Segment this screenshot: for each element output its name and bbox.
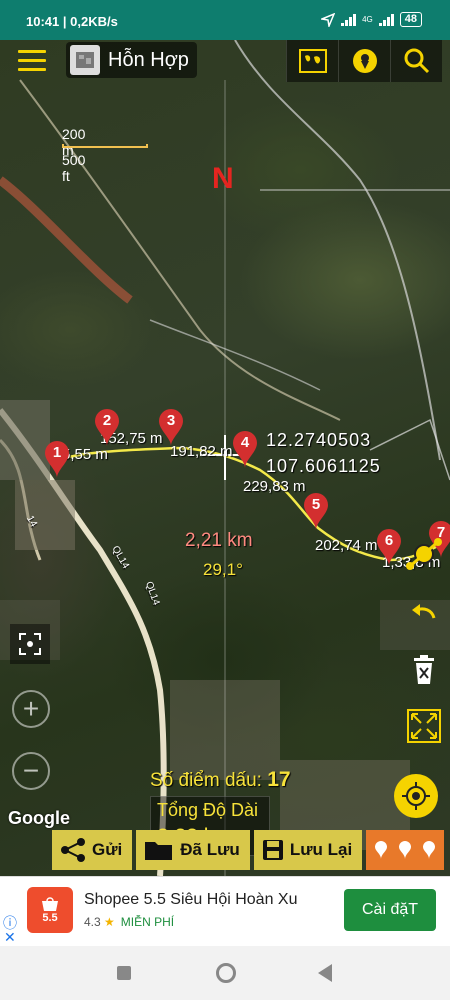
top-toolbar xyxy=(286,40,442,82)
location-pin-icon xyxy=(352,49,377,73)
status-icons: 4G 48 xyxy=(321,12,422,27)
marker-pin[interactable]: 1 xyxy=(44,440,70,480)
recents-button[interactable] xyxy=(117,966,131,980)
search-icon xyxy=(404,48,429,74)
segment-label: 202,74 m xyxy=(315,537,378,554)
layer-thumbnail-icon xyxy=(70,45,100,75)
focus-frame-icon xyxy=(19,633,41,655)
trash-icon xyxy=(414,655,434,684)
pin-icon xyxy=(423,841,436,859)
save-button[interactable]: Lưu Lại xyxy=(253,830,363,870)
saved-button[interactable]: Đã Lưu xyxy=(136,830,250,870)
pin-icon xyxy=(399,841,412,859)
signal-icon xyxy=(341,13,357,26)
ad-banner[interactable]: ⓘ ✕ 5.5 Shopee 5.5 Siêu Hội Hoàn Xu 4.3 … xyxy=(0,876,450,946)
status-time: 10:41 | 0,2KB/s xyxy=(26,14,118,29)
action-bar: Gửi Đã Lưu Lưu Lại xyxy=(52,830,445,870)
battery-indicator: 48 xyxy=(399,12,422,27)
network-type: 4G xyxy=(362,15,373,24)
shopee-logo: 5.5 xyxy=(27,887,73,933)
marker-pin[interactable]: 5 xyxy=(303,492,329,532)
undo-icon xyxy=(412,604,436,619)
point-count: Số điểm dấu: 17 xyxy=(150,768,291,791)
fit-screen-button[interactable] xyxy=(10,624,50,664)
bearing-readout: 29,1° xyxy=(203,560,243,579)
zoom-out-button[interactable]: − xyxy=(12,752,50,790)
north-indicator: N xyxy=(212,162,234,195)
ad-close-icon[interactable]: ✕ xyxy=(4,929,16,946)
system-nav-bar xyxy=(0,946,450,1000)
back-button[interactable] xyxy=(318,964,332,982)
home-button[interactable] xyxy=(216,963,236,983)
point-drag-handle[interactable] xyxy=(404,534,444,574)
total-length-label: Tổng Độ Dài xyxy=(157,800,259,820)
undo-button[interactable] xyxy=(404,592,444,632)
my-location-button[interactable] xyxy=(394,774,438,818)
status-bar: 10:41 | 0,2KB/s 4G 48 xyxy=(0,0,450,40)
star-icon: ★ xyxy=(104,915,115,929)
map-view[interactable]: 200 m 500 ft N 12.2740503 107.6061125 5,… xyxy=(0,40,450,876)
map-type-button[interactable] xyxy=(286,40,338,82)
longitude-readout: 107.6061125 xyxy=(266,456,381,476)
expand-button[interactable] xyxy=(404,706,444,746)
folder-icon xyxy=(145,842,173,860)
marker-pin[interactable]: 6 xyxy=(376,528,402,568)
map-layer-selector[interactable]: Hỗn Hợp xyxy=(66,42,197,78)
location-button[interactable] xyxy=(338,40,390,82)
latitude-readout: 12.2740503 xyxy=(266,430,372,450)
pin-icon xyxy=(375,841,388,859)
marker-pin[interactable]: 4 xyxy=(232,430,258,470)
current-distance: 2,21 km xyxy=(185,530,253,551)
markers-button[interactable] xyxy=(366,830,445,870)
expand-icon xyxy=(407,709,441,743)
signal-icon-2 xyxy=(378,13,394,26)
ad-title: Shopee 5.5 Siêu Hội Hoàn Xu xyxy=(84,891,298,908)
marker-pin[interactable]: 3 xyxy=(158,408,184,448)
gps-target-icon xyxy=(402,782,430,810)
install-button[interactable]: Cài đặT xyxy=(344,889,436,931)
marker-pin[interactable]: 2 xyxy=(94,408,120,448)
segment-label: 229,83 m xyxy=(243,478,306,495)
share-icon xyxy=(61,838,85,862)
send-button[interactable]: Gửi xyxy=(52,830,133,870)
ad-subtitle: 4.3 ★ MIỄN PHÍ xyxy=(84,915,175,929)
save-disk-icon xyxy=(262,840,283,860)
layer-name: Hỗn Hợp xyxy=(108,48,189,71)
google-attribution: Google xyxy=(8,808,70,828)
world-map-icon xyxy=(298,49,327,73)
location-arrow-icon xyxy=(321,12,336,27)
delete-button[interactable] xyxy=(404,648,444,692)
zoom-in-button[interactable]: + xyxy=(12,690,50,728)
search-button[interactable] xyxy=(390,40,442,82)
drag-handle-icon xyxy=(406,538,442,570)
menu-button[interactable] xyxy=(18,50,46,72)
